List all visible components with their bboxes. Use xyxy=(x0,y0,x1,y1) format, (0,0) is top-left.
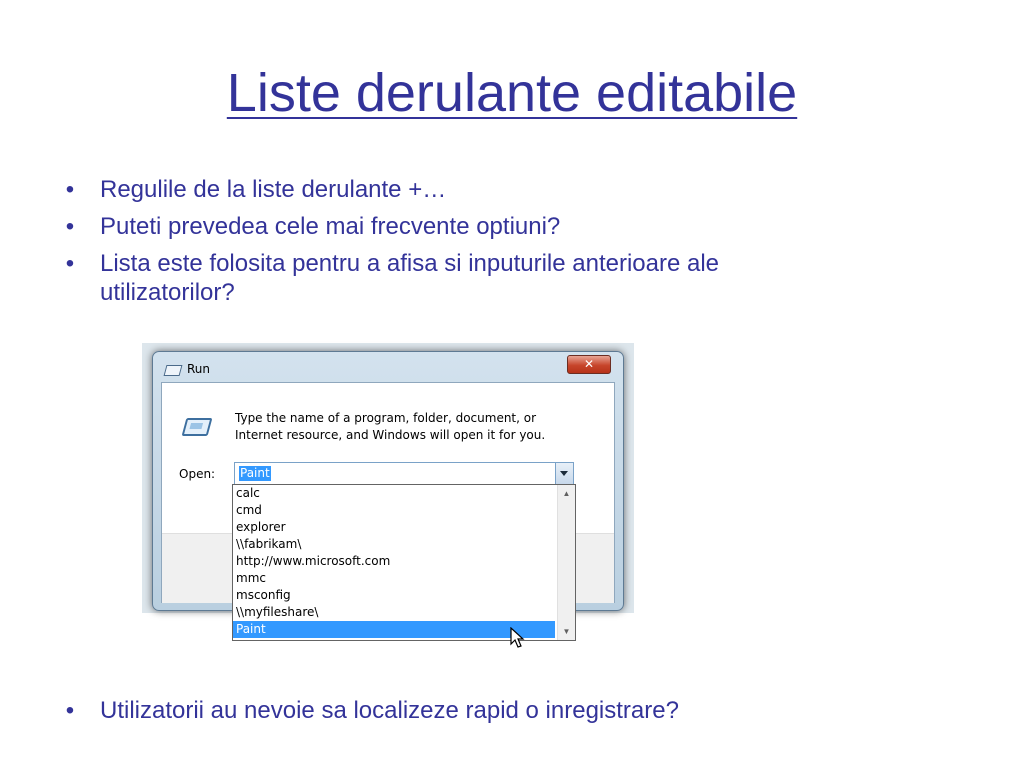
bullet-item: • Puteti prevedea cele mai frecvente opt… xyxy=(60,212,860,241)
list-item[interactable]: calc xyxy=(233,485,555,502)
list-item[interactable]: http://www.microsoft.com xyxy=(233,553,555,570)
scroll-up-icon[interactable]: ▲ xyxy=(558,485,575,502)
bullet-text: Utilizatorii au nevoie sa localizeze rap… xyxy=(100,697,679,724)
list-item-selected[interactable]: Paint xyxy=(233,621,555,638)
list-item[interactable]: mmc xyxy=(233,570,555,587)
open-label: Open: xyxy=(179,467,216,481)
chevron-down-icon[interactable] xyxy=(555,463,573,485)
list-item[interactable]: \\myfileshare\ xyxy=(233,604,555,621)
bullet-item: • Lista este folosita pentru a afisa si … xyxy=(60,249,860,307)
list-item[interactable]: cmd xyxy=(233,502,555,519)
bullet-list: • Regulile de la liste derulante +… • Pu… xyxy=(60,175,860,315)
bullet-dot: • xyxy=(65,697,75,724)
mouse-cursor-icon xyxy=(510,627,525,648)
bullet-text: Puteti prevedea cele mai frecvente optiu… xyxy=(100,213,561,240)
list-item[interactable]: msconfig xyxy=(233,587,555,604)
dropdown-scrollbar[interactable]: ▲ ▼ xyxy=(557,485,575,640)
close-icon[interactable]: ✕ xyxy=(567,355,611,374)
combobox-dropdown-list[interactable]: calc cmd explorer \\fabrikam\ http://www… xyxy=(232,484,576,641)
bullet-dot: • xyxy=(65,213,75,240)
bullet-text: Regulile de la liste derulante +… xyxy=(100,176,447,203)
dialog-titlebar[interactable]: Run ✕ xyxy=(153,352,623,382)
list-item[interactable]: \\fabrikam\ xyxy=(233,536,555,553)
scroll-down-icon[interactable]: ▼ xyxy=(558,623,575,640)
bullet-item: • Utilizatorii au nevoie sa localizeze r… xyxy=(60,696,960,725)
slide-title: Liste derulante editabile xyxy=(226,63,798,123)
dialog-title: Run xyxy=(187,362,211,376)
open-combobox[interactable]: Paint xyxy=(234,462,574,486)
bullet-dot: • xyxy=(65,250,75,277)
bullet-text: Lista este folosita pentru a afisa si in… xyxy=(100,250,720,306)
run-icon xyxy=(181,418,213,436)
bullet-item: • Regulile de la liste derulante +… xyxy=(60,175,860,204)
list-item[interactable]: explorer xyxy=(233,519,555,536)
bottom-bullet-list: • Utilizatorii au nevoie sa localizeze r… xyxy=(60,696,960,725)
dialog-description: Type the name of a program, folder, docu… xyxy=(235,411,546,442)
run-icon xyxy=(163,365,183,376)
bullet-dot: • xyxy=(65,176,75,203)
open-combobox-value[interactable]: Paint xyxy=(239,466,271,481)
